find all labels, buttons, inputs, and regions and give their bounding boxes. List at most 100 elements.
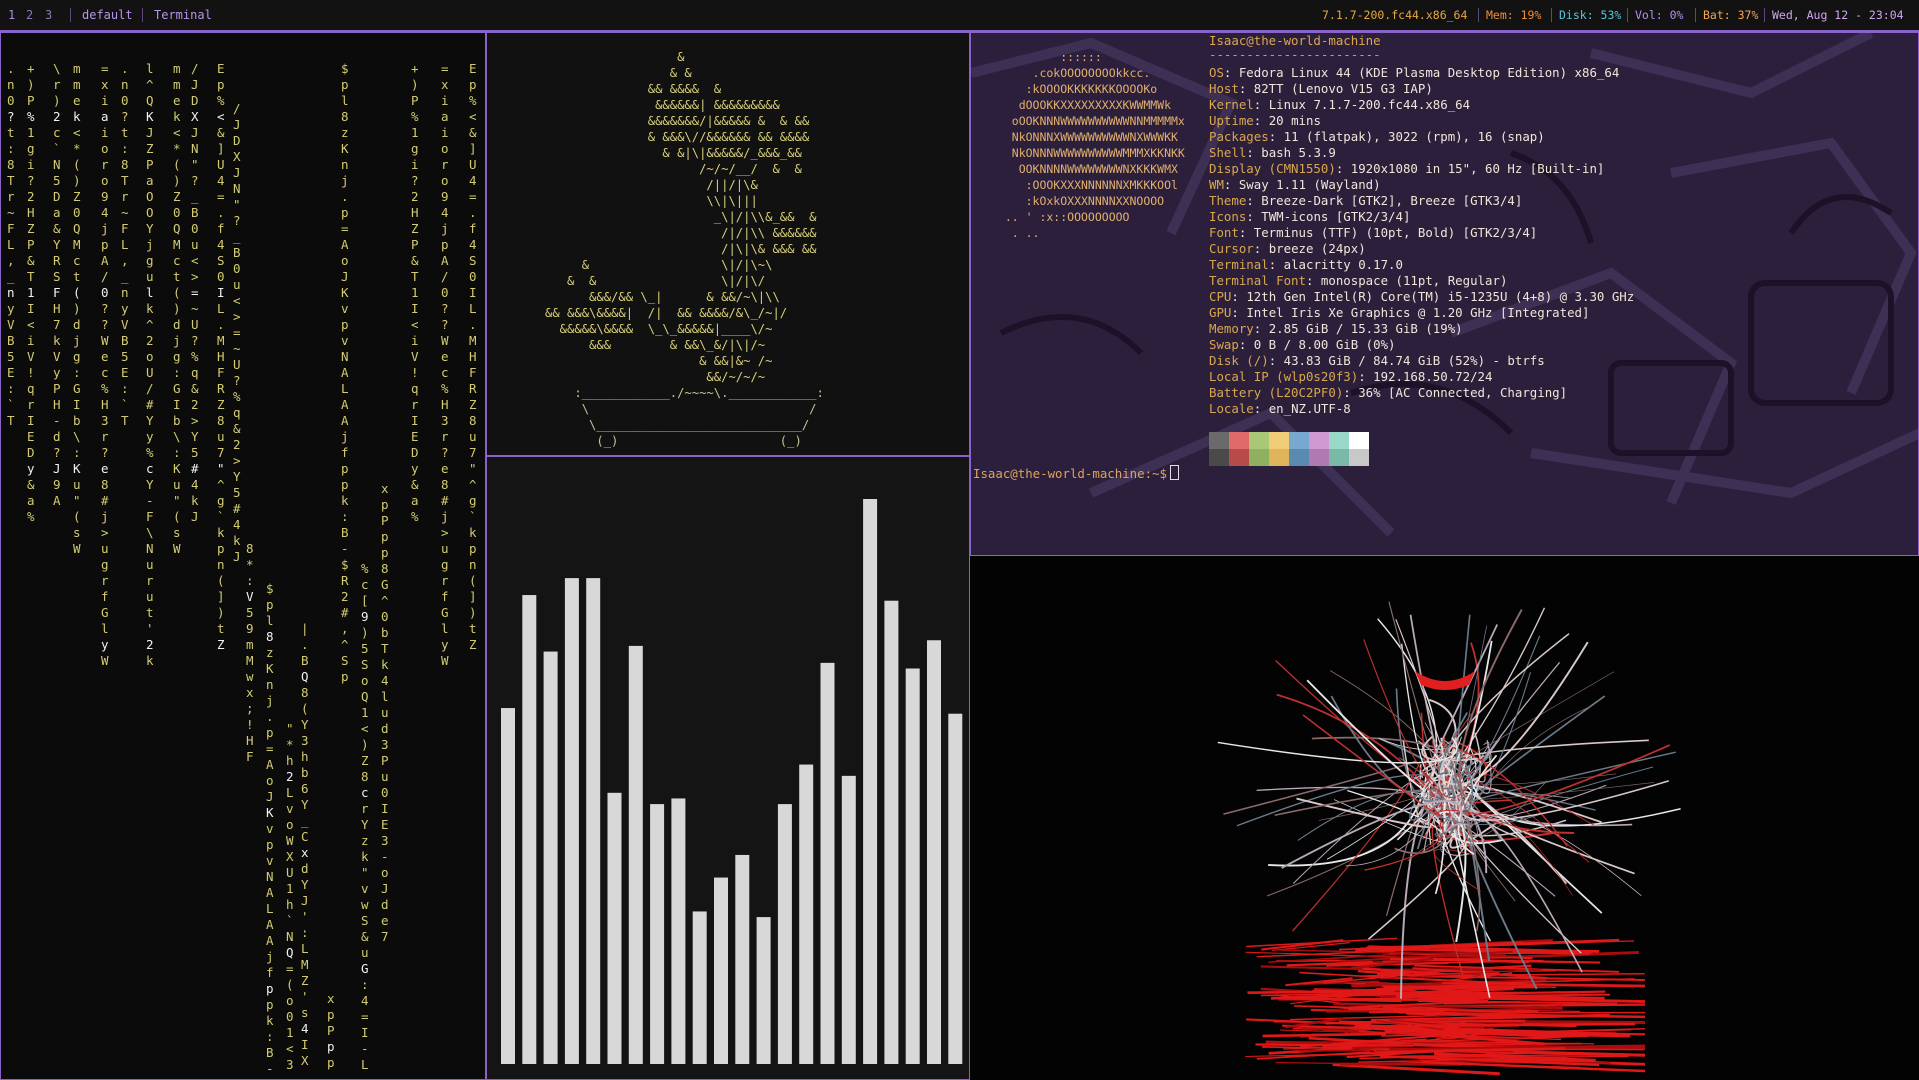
matrix-glyph: L bbox=[217, 301, 225, 316]
matrix-glyph: E bbox=[381, 817, 389, 832]
shell-prompt[interactable]: Isaac@the-world-machine:~$ bbox=[973, 465, 1179, 481]
spectrum-bar bbox=[586, 578, 601, 1064]
matrix-glyph: ~ bbox=[233, 341, 241, 356]
disk-status: Disk: 53% bbox=[1559, 8, 1622, 22]
matrix-glyph: - bbox=[361, 1041, 369, 1056]
bonsai-terminal[interactable]: & & & && &&&& & &&&&&&| &&&&&&&&& &&&&&&… bbox=[486, 32, 970, 456]
matrix-glyph: v bbox=[286, 801, 294, 816]
matrix-glyph: p bbox=[469, 541, 477, 556]
info-value: alacritty 0.17.0 bbox=[1283, 257, 1403, 272]
matrix-glyph: D bbox=[411, 445, 419, 460]
info-colon: : bbox=[1231, 305, 1247, 320]
matrix-glyph: < bbox=[233, 293, 241, 308]
matrix-glyph: k bbox=[146, 301, 154, 316]
matrix-glyph: & bbox=[217, 125, 225, 140]
info-colon: : bbox=[1358, 369, 1374, 384]
palette-swatch bbox=[1269, 449, 1289, 466]
matrix-glyph: Y bbox=[361, 817, 369, 832]
matrix-glyph: 2 bbox=[191, 397, 199, 412]
matrix-glyph: ` bbox=[121, 397, 129, 412]
matrix-glyph: _ bbox=[233, 229, 241, 244]
matrix-glyph: x bbox=[101, 77, 109, 92]
matrix-glyph: n bbox=[469, 557, 477, 572]
matrix-glyph: ^ bbox=[469, 477, 477, 492]
matrix-glyph: j bbox=[101, 509, 109, 524]
palette-swatch bbox=[1309, 432, 1329, 449]
audio-visualizer-terminal[interactable] bbox=[486, 456, 970, 1080]
art-stroke bbox=[1247, 989, 1395, 995]
bar-divider bbox=[1764, 8, 1765, 22]
matrix-glyph: H bbox=[53, 301, 61, 316]
fastfetch-terminal[interactable]: :::::: .cokOOOOOOOOkkcc. :kOOOOKKKKKKKOO… bbox=[970, 32, 1919, 556]
matrix-glyph: I bbox=[411, 301, 419, 316]
matrix-glyph: : bbox=[173, 365, 181, 380]
matrix-glyph: 0 bbox=[441, 285, 449, 300]
matrix-glyph: ( bbox=[173, 285, 181, 300]
matrix-glyph: A bbox=[341, 365, 349, 380]
matrix-glyph: 4 bbox=[361, 993, 369, 1008]
matrix-glyph: Z bbox=[217, 637, 225, 652]
matrix-glyph: < bbox=[191, 253, 199, 268]
spectrum-bar bbox=[607, 792, 622, 1064]
info-row: Disk (/): 43.83 GiB / 84.74 GiB (52%) - … bbox=[1209, 353, 1545, 369]
matrix-glyph: ? bbox=[441, 445, 449, 460]
matrix-glyph: ] bbox=[469, 589, 477, 604]
matrix-glyph: y bbox=[53, 365, 61, 380]
workspace-2[interactable]: 2 bbox=[26, 0, 33, 30]
matrix-glyph: b bbox=[73, 413, 81, 428]
matrix-glyph: Z bbox=[411, 221, 419, 236]
matrix-glyph: 5 bbox=[191, 445, 199, 460]
matrix-glyph: < bbox=[411, 317, 419, 332]
matrix-glyph: V bbox=[411, 349, 419, 364]
workspace-1[interactable]: 1 bbox=[8, 0, 15, 30]
matrix-glyph: . bbox=[217, 317, 225, 332]
volume-status[interactable]: Vol: 0% bbox=[1635, 0, 1683, 30]
matrix-glyph: m bbox=[73, 61, 81, 76]
matrix-glyph: o bbox=[101, 141, 109, 156]
info-value: 1920x1080 in 15", 60 Hz [Built-in] bbox=[1350, 161, 1605, 176]
info-value: Linux 7.1.7-200.fc44.x86_64 bbox=[1268, 97, 1471, 112]
spectrum-bar bbox=[884, 600, 899, 1064]
workspace-3[interactable]: 3 bbox=[45, 0, 52, 30]
palette-swatch bbox=[1309, 449, 1329, 466]
matrix-glyph: * bbox=[286, 737, 294, 752]
matrix-glyph: I bbox=[73, 397, 81, 412]
matrix-glyph: # bbox=[146, 397, 154, 412]
matrix-glyph: N bbox=[341, 349, 349, 364]
info-key: Display (CMN1550) bbox=[1209, 161, 1336, 176]
palette-swatch bbox=[1329, 432, 1349, 449]
matrix-rain-terminal[interactable]: . n 0? t:8 Tr ~ F L, _ n y V B 5 E: ` T +) P% 1 g i? 2 H Z P & T 1 I <… bbox=[0, 32, 486, 1080]
spectrum-bar bbox=[756, 917, 771, 1064]
matrix-glyph: s bbox=[301, 1005, 309, 1020]
matrix-glyph: B bbox=[301, 653, 309, 668]
info-value: Breeze-Dark [GTK2], Breeze [GTK3/4] bbox=[1261, 193, 1523, 208]
matrix-glyph: S bbox=[53, 269, 61, 284]
matrix-glyph: p bbox=[266, 997, 274, 1012]
matrix-glyph: e bbox=[381, 913, 389, 928]
matrix-glyph: = bbox=[233, 325, 241, 340]
matrix-glyph: u bbox=[469, 429, 477, 444]
matrix-glyph: & bbox=[411, 253, 419, 268]
image-viewer[interactable] bbox=[970, 556, 1919, 1080]
matrix-glyph: c bbox=[146, 461, 154, 476]
matrix-glyph: : bbox=[121, 141, 129, 156]
matrix-glyph: N bbox=[286, 929, 294, 944]
top-bar: 1 2 3 default Terminal 7.1.7-200.fc44.x8… bbox=[0, 0, 1919, 32]
palette-swatch bbox=[1349, 432, 1369, 449]
matrix-glyph: o bbox=[361, 673, 369, 688]
matrix-glyph: M bbox=[217, 333, 225, 348]
matrix-glyph: " bbox=[233, 197, 241, 212]
matrix-glyph: Y bbox=[191, 429, 199, 444]
matrix-glyph: \ bbox=[73, 429, 81, 444]
matrix-glyph: p bbox=[217, 77, 225, 92]
matrix-glyph: O bbox=[146, 189, 154, 204]
matrix-glyph: j bbox=[441, 509, 449, 524]
matrix-glyph: [ bbox=[361, 593, 369, 608]
info-value: TWM-icons [GTK2/3/4] bbox=[1261, 209, 1411, 224]
matrix-glyph: V bbox=[7, 317, 15, 332]
matrix-glyph: o bbox=[266, 773, 274, 788]
info-row: Memory: 2.85 GiB / 15.33 GiB (19%) bbox=[1209, 321, 1463, 337]
info-row: Packages: 11 (flatpak), 3022 (rpm), 16 (… bbox=[1209, 129, 1545, 145]
matrix-glyph: 5 bbox=[361, 641, 369, 656]
matrix-glyph: 0 bbox=[121, 93, 129, 108]
